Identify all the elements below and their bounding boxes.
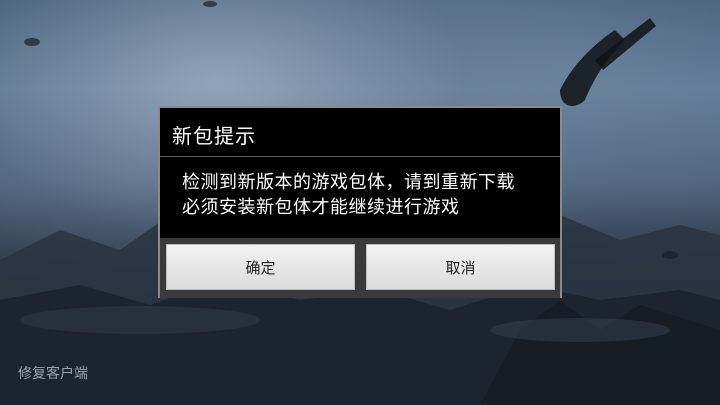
app-screen: 新包提示 检测到新版本的游戏包体，请到重新下载 必须安装新包体才能继续进行游戏 …: [0, 0, 720, 405]
repair-client-link[interactable]: 修复客户端: [18, 363, 88, 383]
dialog-title: 新包提示: [172, 124, 256, 148]
dialog-message-line-2: 必须安装新包体才能继续进行游戏: [182, 197, 460, 218]
confirm-button[interactable]: 确定: [166, 244, 355, 290]
dialog-message: 检测到新版本的游戏包体，请到重新下载 必须安装新包体才能继续进行游戏: [182, 170, 552, 220]
cancel-button[interactable]: 取消: [366, 244, 555, 290]
title-divider: [160, 156, 560, 157]
dialog-button-bar: 确定 取消: [160, 238, 560, 298]
new-package-dialog: 新包提示 检测到新版本的游戏包体，请到重新下载 必须安装新包体才能继续进行游戏 …: [158, 106, 562, 298]
dialog-message-line-1: 检测到新版本的游戏包体，请到重新下载: [182, 172, 515, 193]
